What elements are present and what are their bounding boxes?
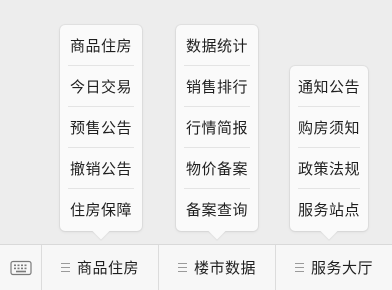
submenu-item[interactable]: 政策法规	[298, 148, 360, 189]
keyboard-icon	[9, 260, 32, 275]
submenu-popup-market-data: 数据统计 销售排行 行情简报 物价备案 备案查询	[176, 25, 258, 231]
submenu-popup-housing: 商品住房 今日交易 预售公告 撤销公告 住房保障	[60, 25, 142, 231]
submenu-item[interactable]: 备案查询	[184, 189, 250, 230]
submenu-item[interactable]: 通知公告	[298, 66, 360, 107]
submenu-item[interactable]: 预售公告	[68, 107, 134, 148]
menu-tab-label: 楼市数据	[193, 259, 256, 277]
submenu-item[interactable]: 撤销公告	[68, 148, 134, 189]
bottom-menu-bar: 商品住房 楼市数据 服务大厅	[0, 244, 392, 290]
submenu-item[interactable]: 数据统计	[184, 25, 250, 66]
menu-lines-icon	[294, 263, 304, 272]
submenu-item[interactable]: 今日交易	[68, 66, 134, 107]
menu-tab-housing[interactable]: 商品住房	[42, 245, 159, 290]
submenu-item[interactable]: 行情简报	[184, 107, 250, 148]
submenu-item[interactable]: 购房须知	[298, 107, 360, 148]
menu-lines-icon	[60, 263, 70, 272]
submenu-popup-service-hall: 通知公告 购房须知 政策法规 服务站点	[290, 66, 368, 231]
menu-tab-label: 商品住房	[76, 259, 139, 277]
keyboard-toggle-button[interactable]	[0, 245, 42, 290]
menu-tab-market-data[interactable]: 楼市数据	[159, 245, 276, 290]
submenu-item[interactable]: 服务站点	[298, 189, 360, 230]
chat-menu-screen: 商品住房 今日交易 预售公告 撤销公告 住房保障 数据统计 销售排行 行情简报 …	[0, 0, 392, 290]
submenu-item[interactable]: 住房保障	[68, 189, 134, 230]
menu-lines-icon	[177, 263, 187, 272]
submenu-item[interactable]: 物价备案	[184, 148, 250, 189]
submenu-item[interactable]: 销售排行	[184, 66, 250, 107]
menu-tab-service-hall[interactable]: 服务大厅	[276, 245, 392, 290]
submenu-item[interactable]: 商品住房	[68, 25, 134, 66]
menu-tab-label: 服务大厅	[310, 259, 373, 277]
